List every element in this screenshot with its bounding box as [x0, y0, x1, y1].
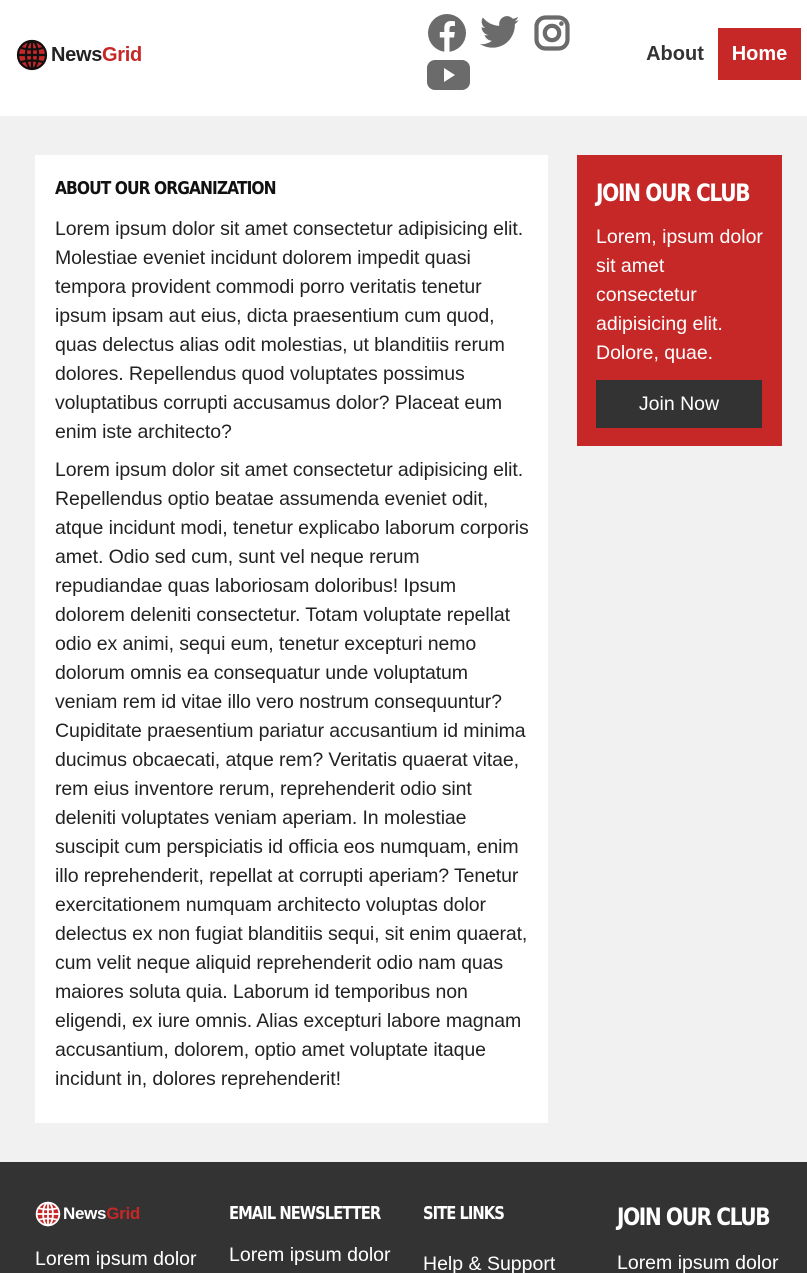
footer-club-title: Join Our Club — [617, 1203, 771, 1231]
instagram-icon[interactable] — [534, 15, 570, 51]
facebook-icon[interactable] — [428, 14, 466, 52]
nav-about-link[interactable]: About — [632, 28, 718, 80]
footer-newsletter-title: Email Newsletter — [229, 1203, 381, 1224]
club-title: Join Our Club — [596, 179, 751, 207]
site-logo[interactable]: NewsGrid — [16, 39, 142, 71]
site-footer: NewsGrid Lorem ipsum dolor Email Newslet… — [0, 1162, 807, 1273]
join-club-card: Join Our Club Lorem, ipsum dolor sit ame… — [577, 155, 782, 446]
footer-logo[interactable]: NewsGrid — [35, 1201, 140, 1227]
about-paragraph-2: Lorem ipsum dolor sit amet consectetur a… — [55, 459, 529, 1090]
footer-logo-text: NewsGrid — [63, 1204, 140, 1224]
footer-sitelinks-title: Site Links — [423, 1203, 505, 1224]
logo-text: NewsGrid — [51, 44, 142, 67]
footer-brand-text: Lorem ipsum dolor — [35, 1248, 197, 1270]
footer-logo-main: News — [63, 1204, 107, 1223]
nav-home-link[interactable]: Home — [718, 28, 801, 80]
globe-icon — [35, 1201, 61, 1227]
footer-link-help-support[interactable]: Help & Support — [423, 1253, 555, 1273]
club-text: Lorem, ipsum dolor sit amet consectetur … — [596, 226, 763, 364]
about-section: About Our Organization Lorem ipsum dolor… — [35, 155, 548, 1123]
twitter-icon[interactable] — [480, 16, 520, 49]
footer-newsletter-text: Lorem ipsum dolor — [229, 1244, 391, 1266]
about-paragraph-1: Lorem ipsum dolor sit amet consectetur a… — [55, 218, 524, 443]
logo-accent-text: Grid — [102, 43, 142, 66]
footer-club-text: Lorem ipsum dolor — [617, 1252, 779, 1273]
youtube-icon[interactable] — [427, 59, 470, 91]
about-title: About Our Organization — [55, 178, 277, 199]
footer-logo-accent: Grid — [106, 1204, 140, 1223]
globe-icon — [16, 39, 48, 71]
logo-main-text: News — [51, 43, 103, 66]
join-now-button[interactable]: Join Now — [596, 380, 762, 428]
site-header: NewsGrid About Home — [0, 0, 807, 116]
